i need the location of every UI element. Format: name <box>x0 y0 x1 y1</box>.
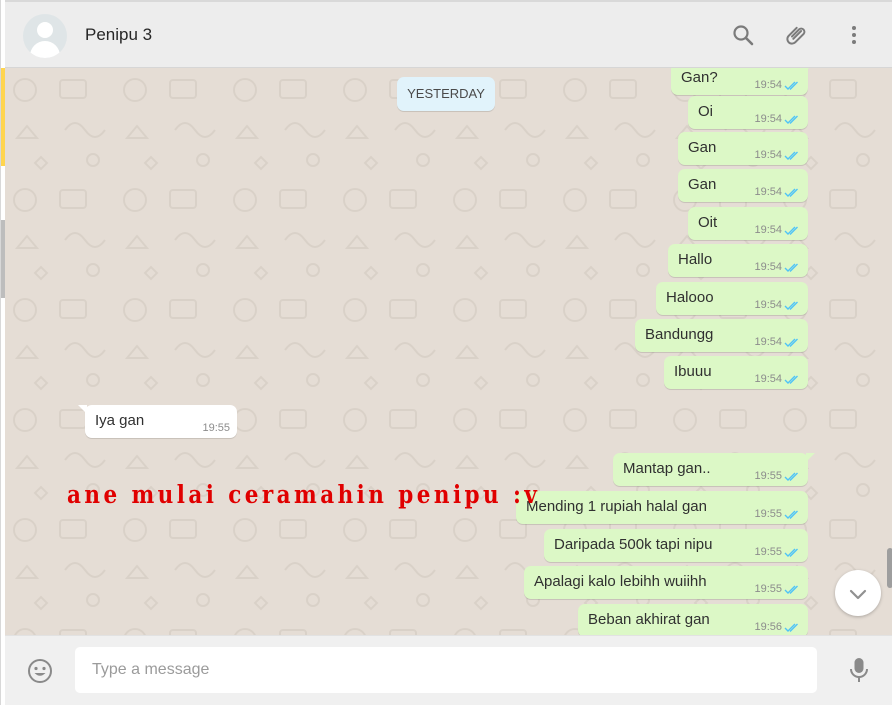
outgoing-message[interactable]: Halooo 19:54 <box>656 282 808 315</box>
bubble-tail <box>78 405 87 414</box>
avatar[interactable] <box>23 14 67 58</box>
outgoing-message[interactable]: Oit 19:54 <box>688 207 808 240</box>
read-ticks-icon <box>784 509 801 520</box>
message-meta: 19:54 <box>754 149 801 161</box>
message-meta: 19:54 <box>754 373 801 385</box>
outgoing-message[interactable]: Mantap gan.. 19:55 <box>613 453 815 486</box>
message-time: 19:55 <box>754 470 782 482</box>
outgoing-message[interactable]: Apalagi kalo lebihh wuiihh 19:55 <box>524 566 808 599</box>
message-time: 19:54 <box>754 261 782 273</box>
message-meta: 19:55 <box>754 546 801 558</box>
read-ticks-icon <box>784 374 801 385</box>
chevron-down-icon <box>849 589 867 600</box>
outgoing-message[interactable]: Mending 1 rupiah halal gan 19:55 <box>516 491 808 524</box>
outgoing-message[interactable]: Hallo 19:54 <box>668 244 808 277</box>
contact-name[interactable]: Penipu 3 <box>85 25 152 45</box>
outgoing-message[interactable]: Gan 19:54 <box>678 132 808 165</box>
overlay-caption: ane mulai ceramahin penipu :v <box>67 480 541 509</box>
microphone-icon[interactable] <box>847 656 871 684</box>
read-ticks-icon <box>784 262 801 273</box>
message-text: Halooo <box>666 289 714 306</box>
message-time: 19:55 <box>754 583 782 595</box>
chat-header: Penipu 3 <box>5 0 892 68</box>
message-text: Mantap gan.. <box>623 460 711 477</box>
bubble-tail <box>806 453 815 462</box>
message-text: Gan? <box>681 69 718 86</box>
message-list[interactable]: YESTERDAY Gan? 19:54 Oi 19:54 Gan 19:54 Gan 19:… <box>5 68 892 635</box>
message-text: Bandungg <box>645 326 714 343</box>
attach-icon[interactable] <box>785 23 809 47</box>
message-text: Ibuuu <box>674 363 712 380</box>
read-ticks-icon <box>784 225 801 236</box>
message-text: Oit <box>698 214 718 231</box>
message-meta: 19:56 <box>754 621 801 633</box>
read-ticks-icon <box>784 187 801 198</box>
outgoing-message[interactable]: Beban akhirat gan 19:56 <box>578 604 808 635</box>
message-meta: 19:54 <box>754 186 801 198</box>
message-text: Iya gan <box>95 412 145 429</box>
emoji-icon[interactable] <box>27 658 53 684</box>
message-meta: 19:55 <box>754 508 801 520</box>
message-time: 19:56 <box>754 621 782 633</box>
message-meta: 19:55 <box>202 422 230 434</box>
menu-icon[interactable] <box>842 23 866 47</box>
message-time: 19:54 <box>754 113 782 125</box>
message-time: 19:54 <box>754 186 782 198</box>
message-text: Hallo <box>678 251 713 268</box>
message-time: 19:55 <box>754 546 782 558</box>
read-ticks-icon <box>784 150 801 161</box>
message-time: 19:54 <box>754 224 782 236</box>
message-text: Gan <box>688 139 717 156</box>
read-ticks-icon <box>784 622 801 633</box>
incoming-message[interactable]: Iya gan 19:55 <box>78 405 237 438</box>
message-time: 19:54 <box>754 149 782 161</box>
message-meta: 19:54 <box>754 224 801 236</box>
message-time: 19:54 <box>754 373 782 385</box>
message-meta: 19:54 <box>754 299 801 311</box>
message-text: Gan <box>688 176 717 193</box>
read-ticks-icon <box>784 337 801 348</box>
message-text: Mending 1 rupiah halal gan <box>526 498 707 515</box>
scrollbar-thumb[interactable] <box>887 548 892 588</box>
message-time: 19:54 <box>754 336 782 348</box>
outgoing-message[interactable]: Gan 19:54 <box>678 169 808 202</box>
outgoing-message[interactable]: Ibuuu 19:54 <box>664 356 808 389</box>
message-meta: 19:54 <box>754 261 801 273</box>
read-ticks-icon <box>784 471 801 482</box>
message-time: 19:55 <box>754 508 782 520</box>
message-time: 19:54 <box>754 79 782 91</box>
message-text: Apalagi kalo lebihh wuiihh <box>534 573 707 590</box>
read-ticks-icon <box>784 584 801 595</box>
message-text: Beban akhirat gan <box>588 611 710 628</box>
message-time: 19:55 <box>202 422 230 434</box>
search-icon[interactable] <box>731 23 755 47</box>
message-time: 19:54 <box>754 299 782 311</box>
read-ticks-icon <box>784 80 801 91</box>
read-ticks-icon <box>784 547 801 558</box>
outgoing-message[interactable]: Oi 19:54 <box>688 96 808 129</box>
message-meta: 19:54 <box>754 113 801 125</box>
scroll-down-button[interactable] <box>835 570 881 616</box>
message-meta: 19:55 <box>754 470 801 482</box>
outgoing-message[interactable]: Gan? 19:54 <box>671 68 815 95</box>
message-meta: 19:54 <box>754 336 801 348</box>
read-ticks-icon <box>784 114 801 125</box>
message-meta: 19:54 <box>754 79 801 91</box>
bubble-tail <box>806 68 815 71</box>
outgoing-message[interactable]: Daripada 500k tapi nipu 19:55 <box>544 529 808 562</box>
message-text: Daripada 500k tapi nipu <box>554 536 713 553</box>
message-input[interactable] <box>75 647 817 693</box>
message-text: Oi <box>698 103 713 120</box>
outgoing-message[interactable]: Bandungg 19:54 <box>635 319 808 352</box>
chat-window: Penipu 3 YESTERDAY Gan? 19:54 Oi 19:54 G… <box>0 0 892 705</box>
read-ticks-icon <box>784 300 801 311</box>
composer <box>5 635 892 705</box>
message-meta: 19:55 <box>754 583 801 595</box>
date-divider: YESTERDAY <box>397 77 495 111</box>
